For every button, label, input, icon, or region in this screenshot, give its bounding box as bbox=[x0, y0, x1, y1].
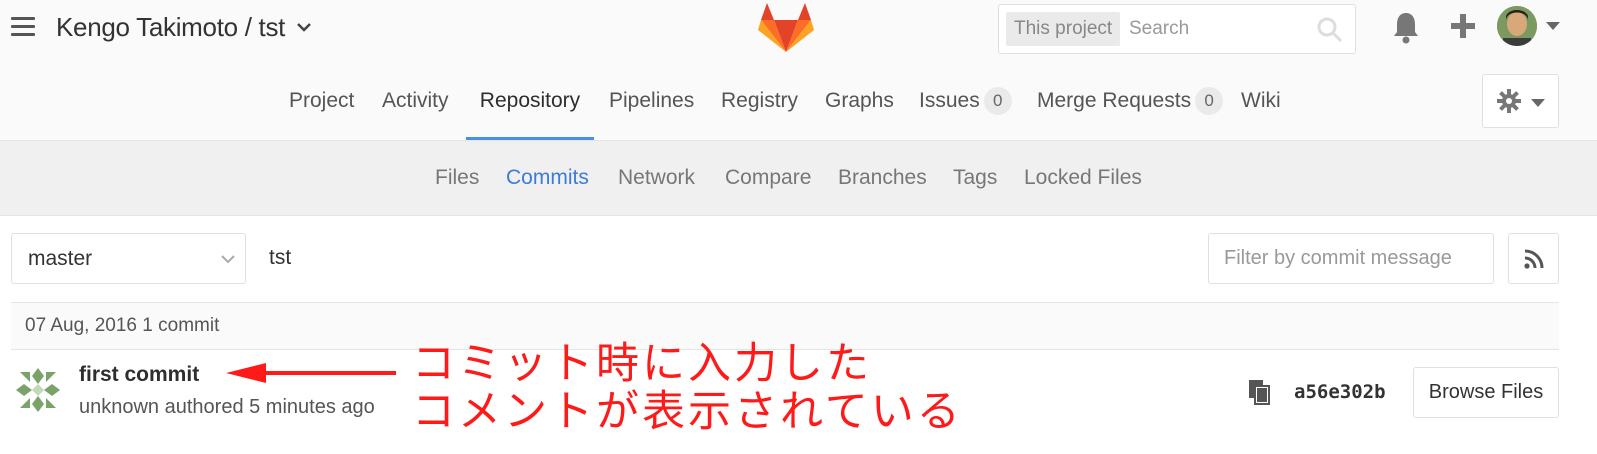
gear-icon bbox=[1497, 89, 1521, 113]
bell-icon[interactable] bbox=[1392, 10, 1420, 44]
commit-meta: unknown authored 5 minutes ago bbox=[79, 396, 375, 418]
browse-files-button[interactable]: Browse Files bbox=[1413, 367, 1559, 418]
project-nav: Project Activity Repository Pipelines Re… bbox=[0, 62, 1597, 141]
chevron-down-icon bbox=[221, 255, 235, 264]
gitlab-logo-icon[interactable] bbox=[758, 2, 814, 54]
branch-selector[interactable]: master bbox=[11, 233, 246, 284]
tab-registry[interactable]: Registry bbox=[721, 62, 798, 140]
menu-icon[interactable] bbox=[11, 17, 35, 39]
tab-pipelines[interactable]: Pipelines bbox=[609, 62, 694, 140]
search-scope-badge[interactable]: This project bbox=[1006, 12, 1121, 46]
search-box[interactable]: This project Search bbox=[998, 4, 1356, 54]
tab-repository[interactable]: Repository bbox=[466, 62, 594, 140]
chevron-down-icon[interactable] bbox=[297, 19, 311, 37]
commit-filter-input[interactable] bbox=[1208, 233, 1494, 284]
repository-subnav: Files Commits Network Compare Branches T… bbox=[0, 141, 1597, 216]
repo-path[interactable]: tst bbox=[269, 246, 291, 270]
rss-feed-button[interactable] bbox=[1508, 233, 1559, 284]
tab-issues[interactable]: Issues 0 bbox=[919, 62, 1012, 140]
rss-icon bbox=[1524, 249, 1544, 269]
commit-title[interactable]: first commit bbox=[79, 363, 199, 387]
subtab-commits[interactable]: Commits bbox=[506, 141, 589, 215]
settings-dropdown-button[interactable] bbox=[1482, 74, 1559, 128]
subtab-locked-files[interactable]: Locked Files bbox=[1024, 141, 1142, 215]
avatar-dropdown-caret-icon[interactable] bbox=[1546, 22, 1560, 30]
annotation-line-2: コメントが表示されている bbox=[412, 387, 963, 437]
annotation-line-1: コミット時に入力した bbox=[412, 339, 872, 389]
subtab-compare[interactable]: Compare bbox=[725, 141, 811, 215]
commit-sha[interactable]: a56e302b bbox=[1294, 381, 1386, 403]
subtab-files[interactable]: Files bbox=[435, 141, 479, 215]
branch-name: master bbox=[28, 247, 93, 270]
commit-author-avatar[interactable] bbox=[16, 368, 60, 412]
chevron-down-icon bbox=[1531, 99, 1545, 107]
tab-graphs[interactable]: Graphs bbox=[825, 62, 894, 140]
tab-wiki[interactable]: Wiki bbox=[1241, 62, 1281, 140]
breadcrumb[interactable]: Kengo Takimoto / tst bbox=[56, 12, 311, 43]
search-icon bbox=[1317, 17, 1343, 43]
tab-merge-requests[interactable]: Merge Requests 0 bbox=[1037, 62, 1224, 140]
copy-icon[interactable] bbox=[1248, 379, 1270, 405]
top-header: Kengo Takimoto / tst This project Search bbox=[0, 0, 1597, 62]
plus-icon[interactable] bbox=[1449, 12, 1477, 40]
subtab-network[interactable]: Network bbox=[618, 141, 695, 215]
project-title[interactable]: Kengo Takimoto / tst bbox=[56, 12, 285, 43]
annotation-text: コミット時に入力した コメントが表示されている bbox=[412, 340, 963, 436]
user-avatar[interactable] bbox=[1497, 6, 1537, 46]
subtab-branches[interactable]: Branches bbox=[838, 141, 927, 215]
tab-project[interactable]: Project bbox=[289, 62, 354, 140]
annotation-arrow-icon bbox=[226, 363, 396, 383]
issues-count-badge: 0 bbox=[983, 87, 1012, 116]
subtab-tags[interactable]: Tags bbox=[953, 141, 997, 215]
tab-activity[interactable]: Activity bbox=[382, 62, 449, 140]
search-input[interactable]: Search bbox=[1129, 12, 1189, 46]
merge-requests-count-badge: 0 bbox=[1195, 87, 1224, 116]
